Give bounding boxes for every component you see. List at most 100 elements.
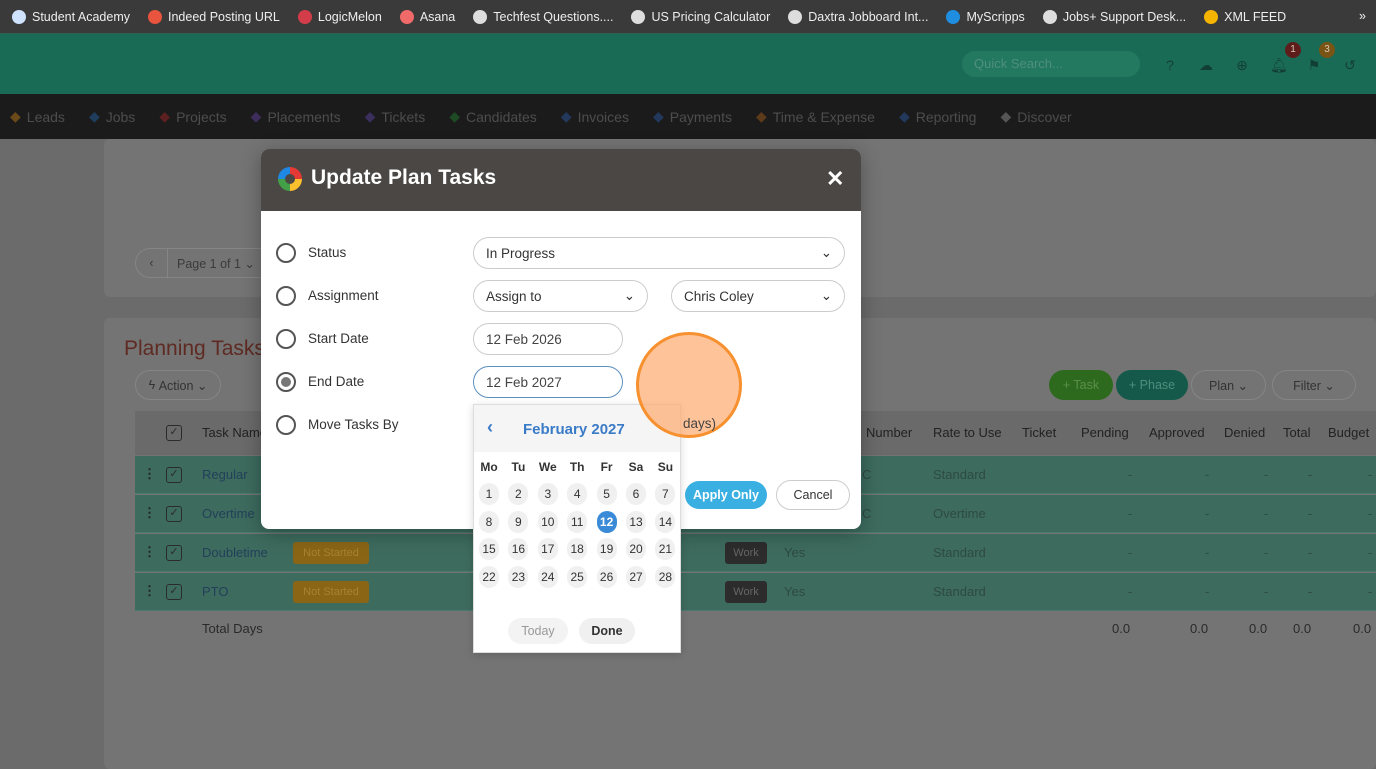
- task-name-link[interactable]: Regular: [202, 467, 248, 482]
- task-name-link[interactable]: Doubletime: [202, 545, 268, 560]
- col-ticket[interactable]: Ticket: [1022, 425, 1056, 440]
- add-phase-button[interactable]: + Phase: [1116, 370, 1188, 400]
- calendar-day[interactable]: 19: [596, 538, 617, 560]
- col-number[interactable]: Number: [866, 425, 912, 440]
- nav-item[interactable]: ◆ Leads: [10, 108, 65, 125]
- select-all-checkbox[interactable]: ✓: [166, 425, 182, 441]
- history-icon[interactable]: ↺: [1342, 57, 1358, 73]
- col-approved[interactable]: Approved: [1149, 425, 1205, 440]
- chat-icon[interactable]: ☁: [1198, 57, 1214, 73]
- end-date-input[interactable]: 12 Feb 2027: [473, 366, 623, 398]
- calendar-day[interactable]: 9: [508, 510, 529, 533]
- calendar-day[interactable]: 2: [508, 483, 529, 505]
- today-button[interactable]: Today: [508, 618, 568, 644]
- calendar-day[interactable]: 20: [626, 538, 646, 560]
- col-total[interactable]: Total: [1283, 425, 1310, 440]
- calendar-day[interactable]: 22: [479, 565, 499, 588]
- bookmark[interactable]: Asana: [399, 9, 455, 24]
- calendar-day[interactable]: 5: [596, 483, 617, 505]
- help-icon[interactable]: ?: [1162, 57, 1178, 73]
- close-icon[interactable]: ✕: [826, 166, 844, 192]
- row-checkbox[interactable]: ✓: [166, 467, 182, 483]
- row-checkbox[interactable]: ✓: [166, 506, 182, 522]
- calendar-day[interactable]: 27: [626, 565, 646, 588]
- bookmark[interactable]: LogicMelon: [297, 9, 382, 24]
- option-radio[interactable]: [276, 372, 296, 392]
- col-pending[interactable]: Pending: [1081, 425, 1129, 440]
- assignee-select[interactable]: Chris Coley ⌄: [671, 280, 845, 312]
- calendar-day[interactable]: 25: [567, 565, 588, 588]
- option-radio[interactable]: [276, 329, 296, 349]
- calendar-day[interactable]: 13: [626, 510, 646, 533]
- nav-item[interactable]: ◆ Payments: [653, 108, 732, 125]
- assign-mode-select[interactable]: Assign to ⌄: [473, 280, 648, 312]
- nav-item[interactable]: ◆ Time & Expense: [756, 108, 875, 125]
- nav-item[interactable]: ◆ Reporting: [899, 108, 976, 125]
- task-name-link[interactable]: Overtime: [202, 506, 255, 521]
- add-icon[interactable]: ⊕: [1234, 57, 1250, 73]
- done-button[interactable]: Done: [579, 618, 635, 644]
- nav-item[interactable]: ◆ Placements: [251, 108, 341, 125]
- row-checkbox[interactable]: ✓: [166, 545, 182, 561]
- calendar-day[interactable]: 24: [537, 565, 558, 588]
- calendar-day[interactable]: 16: [508, 538, 529, 560]
- cancel-button[interactable]: Cancel: [776, 480, 850, 510]
- calendar-day[interactable]: 8: [479, 510, 499, 533]
- calendar-day[interactable]: 14: [655, 510, 676, 533]
- add-task-button[interactable]: + Task: [1049, 370, 1113, 400]
- prev-month-button[interactable]: ‹: [487, 417, 493, 438]
- bookmark[interactable]: XML FEED: [1204, 9, 1286, 24]
- plan-button[interactable]: Plan ⌄: [1191, 370, 1266, 400]
- bookmark[interactable]: Indeed Posting URL: [147, 9, 280, 24]
- col-rate[interactable]: Rate to Use: [933, 425, 1002, 440]
- nav-item[interactable]: ◆ Jobs: [89, 108, 135, 125]
- option-radio[interactable]: [276, 415, 296, 435]
- row-menu-icon[interactable]: ⋮: [143, 544, 156, 560]
- quick-search-input[interactable]: Quick Search...: [962, 51, 1140, 77]
- bookmark[interactable]: Student Academy: [12, 9, 130, 24]
- col-denied[interactable]: Denied: [1224, 425, 1265, 440]
- row-menu-icon[interactable]: ⋮: [143, 466, 156, 482]
- calendar-day[interactable]: 4: [567, 483, 588, 505]
- action-button[interactable]: ϟ Action ⌄: [135, 370, 221, 400]
- calendar-day[interactable]: 28: [655, 565, 676, 588]
- bookmark[interactable]: Techfest Questions....: [473, 9, 613, 24]
- nav-item[interactable]: ◆ Invoices: [561, 108, 629, 125]
- start-date-input[interactable]: 12 Feb 2026: [473, 323, 623, 355]
- row-menu-icon[interactable]: ⋮: [143, 583, 156, 599]
- option-radio[interactable]: [276, 243, 296, 263]
- calendar-day[interactable]: 1: [479, 483, 499, 505]
- calendar-day[interactable]: 15: [479, 538, 499, 560]
- calendar-day[interactable]: 10: [537, 510, 558, 533]
- calendar-day[interactable]: 21: [655, 538, 676, 560]
- task-name-link[interactable]: PTO: [202, 584, 229, 599]
- page-select[interactable]: Page 1 of 1 ⌄: [168, 256, 255, 271]
- filter-button[interactable]: Filter ⌄: [1272, 370, 1356, 400]
- col-budget[interactable]: Budget: [1328, 425, 1369, 440]
- bookmark[interactable]: Daxtra Jobboard Int...: [788, 9, 928, 24]
- col-task-name[interactable]: Task Name: [202, 425, 267, 440]
- nav-item[interactable]: ◆ Projects: [159, 108, 226, 125]
- apply-only-button[interactable]: Apply Only: [685, 481, 767, 509]
- calendar-day[interactable]: 3: [537, 483, 558, 505]
- bell-icon[interactable]: 🔔︎: [1270, 57, 1288, 73]
- calendar-day[interactable]: 6: [626, 483, 646, 505]
- bookmark[interactable]: US Pricing Calculator: [631, 9, 770, 24]
- nav-item[interactable]: ◆ Candidates: [449, 108, 537, 125]
- flag-icon[interactable]: ⚑: [1306, 57, 1322, 73]
- calendar-day[interactable]: 12: [596, 510, 617, 533]
- row-checkbox[interactable]: ✓: [166, 584, 182, 600]
- calendar-day[interactable]: 11: [567, 510, 588, 533]
- calendar-day[interactable]: 7: [655, 483, 676, 505]
- calendar-day[interactable]: 26: [596, 565, 617, 588]
- calendar-day[interactable]: 18: [567, 538, 588, 560]
- calendar-day[interactable]: 23: [508, 565, 529, 588]
- prev-page-button[interactable]: ‹: [136, 249, 168, 277]
- calendar-day[interactable]: 17: [537, 538, 558, 560]
- option-radio[interactable]: [276, 286, 296, 306]
- bookmark[interactable]: MyScripps: [946, 9, 1025, 24]
- nav-item[interactable]: ◆ Tickets: [365, 108, 426, 125]
- bookmarks-overflow-button[interactable]: »: [1359, 9, 1366, 23]
- nav-item[interactable]: ◆ Discover: [1000, 108, 1071, 125]
- status-select[interactable]: In Progress ⌄: [473, 237, 845, 269]
